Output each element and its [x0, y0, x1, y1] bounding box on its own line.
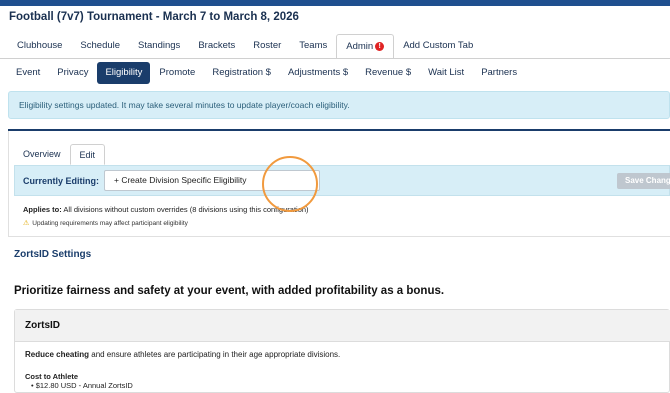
tab-admin-label: Admin	[346, 41, 374, 52]
admin-tab-privacy[interactable]: Privacy	[49, 62, 96, 84]
zortsid-settings-heading: ZortsID Settings	[14, 249, 92, 260]
admin-subnav: Event Privacy Eligibility Promote Regist…	[8, 62, 526, 84]
subtab-overview[interactable]: Overview	[14, 144, 70, 165]
warning-text: Updating requirements may affect partici…	[32, 220, 188, 227]
applies-to-label: Applies to:	[23, 205, 62, 214]
cost-to-athlete-label: Cost to Athlete	[25, 372, 79, 381]
reduce-cheating-text: Reduce cheating and ensure athletes are …	[25, 350, 340, 359]
admin-tab-eligibility[interactable]: Eligibility	[97, 62, 151, 84]
admin-tab-revenue[interactable]: Revenue $	[357, 62, 419, 84]
main-tab-bar: Clubhouse Schedule Standings Brackets Ro…	[8, 34, 482, 59]
admin-tab-promote[interactable]: Promote	[151, 62, 203, 84]
eligibility-warning: ⚠ Updating requirements may affect partic…	[23, 219, 188, 227]
top-accent-bar	[0, 0, 670, 6]
tab-clubhouse[interactable]: Clubhouse	[8, 34, 71, 59]
tab-schedule[interactable]: Schedule	[71, 34, 129, 59]
zortsid-card-title: ZortsID	[25, 320, 60, 331]
alert-badge-icon: !	[375, 42, 385, 51]
tab-teams[interactable]: Teams	[290, 34, 336, 59]
admin-tab-partners[interactable]: Partners	[473, 62, 525, 84]
success-alert: Eligibility settings updated. It may tak…	[8, 91, 670, 119]
currently-editing-label: Currently Editing:	[23, 176, 99, 186]
tab-add-custom-tab[interactable]: Add Custom Tab	[394, 34, 482, 59]
tab-brackets[interactable]: Brackets	[189, 34, 244, 59]
cost-list-item: • $12.80 USD - Annual ZortsID	[31, 381, 133, 390]
eligibility-subtabs: Overview Edit	[14, 144, 106, 165]
admin-tab-wait-list[interactable]: Wait List	[420, 62, 472, 84]
warning-icon: ⚠	[23, 220, 30, 227]
subtab-edit[interactable]: Edit	[69, 144, 106, 165]
tab-admin[interactable]: Admin!	[336, 34, 395, 59]
applies-to-text: Applies to: All divisions without custom…	[23, 205, 309, 214]
zortsid-headline: Prioritize fairness and safety at your e…	[14, 285, 445, 297]
reduce-cheating-rest: and ensure athletes are participating in…	[89, 350, 341, 359]
tab-standings[interactable]: Standings	[129, 34, 189, 59]
applies-to-value: All divisions without custom overrides (…	[61, 205, 309, 214]
tab-divider	[0, 58, 670, 59]
event-title: Football (7v7) Tournament - March 7 to M…	[9, 11, 299, 23]
cost-item-text: $12.80 USD - Annual ZortsID	[35, 381, 133, 390]
save-changes-button[interactable]: Save Changes	[617, 173, 670, 189]
admin-tab-registration[interactable]: Registration $	[204, 62, 279, 84]
division-eligibility-select[interactable]: + Create Division Specific Eligibility	[104, 170, 320, 191]
admin-tab-adjustments[interactable]: Adjustments $	[280, 62, 356, 84]
zortsid-card-header	[15, 310, 670, 342]
tab-roster[interactable]: Roster	[244, 34, 290, 59]
admin-tab-event[interactable]: Event	[8, 62, 48, 84]
reduce-cheating-bold: Reduce cheating	[25, 350, 90, 359]
